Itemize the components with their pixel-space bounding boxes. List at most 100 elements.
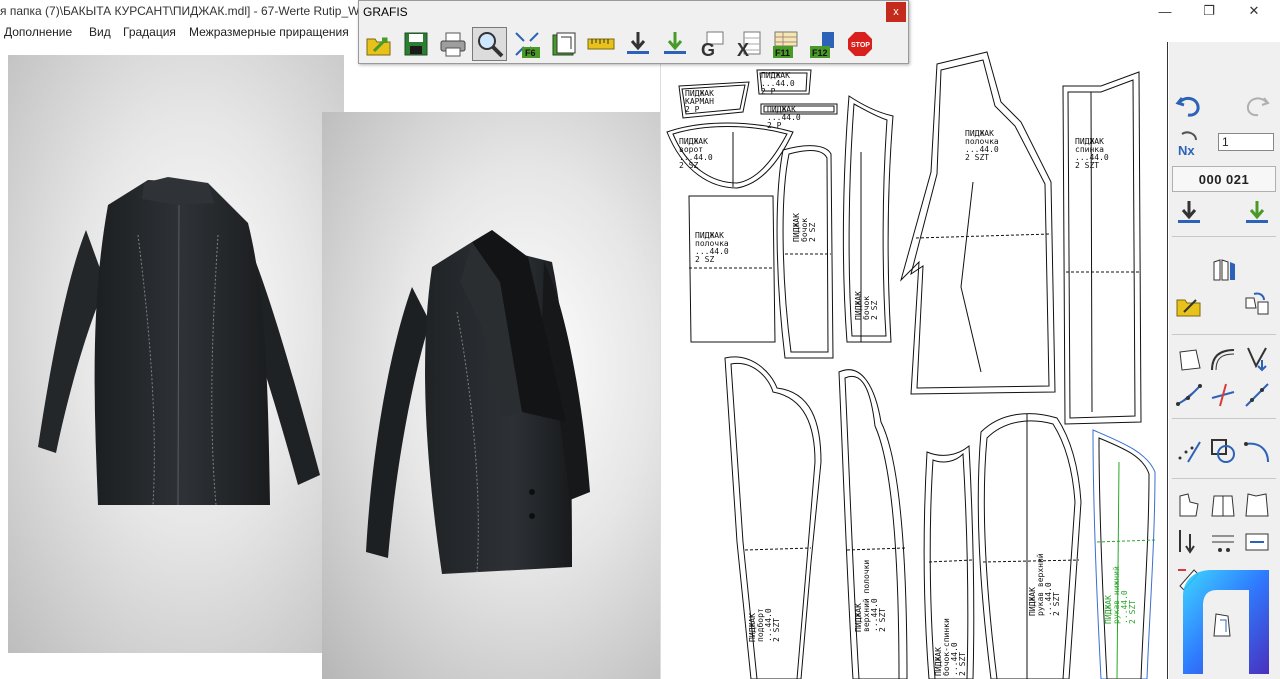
maximize-button[interactable]: ❐ (1189, 0, 1229, 22)
repeat-nx-icon: Nx (1178, 131, 1197, 158)
piece-icon (1179, 493, 1199, 517)
f11-table-icon: F11 (772, 31, 797, 58)
open-folder-icon (366, 37, 390, 56)
f12-export-icon: F12 (809, 32, 834, 58)
piece-split-icon (1211, 495, 1235, 517)
save-icon (404, 32, 427, 56)
minimize-button[interactable]: — (1145, 0, 1185, 22)
piece-info-button[interactable] (1240, 524, 1274, 558)
shape-tool-button[interactable] (1206, 434, 1240, 468)
import-green-piece-button[interactable] (1240, 196, 1274, 230)
pattern-label: ПИДЖАК бочок 2 SZ (854, 291, 879, 320)
pattern-label: ПИДЖАК подборт ...44.0 2 SZT (748, 608, 781, 642)
f12-key-label: F12 (812, 48, 828, 58)
panel-divider (1172, 418, 1276, 419)
redo-icon (1246, 97, 1270, 117)
download-green-icon (663, 32, 686, 54)
grafis-close-button[interactable]: x (886, 2, 906, 22)
brand-logo-icon (1183, 570, 1269, 674)
layer-button[interactable] (546, 27, 581, 61)
open-file-button[interactable] (361, 27, 396, 61)
save-button[interactable] (398, 27, 433, 61)
undo-button[interactable] (1172, 88, 1206, 122)
svg-text:Nx: Nx (1178, 143, 1195, 158)
g-icon: G (701, 31, 723, 59)
menu-item-grading[interactable]: Градация (123, 25, 176, 39)
pattern-label: ПИДЖАК верхний полочки ...44.0 2 SZT (854, 559, 887, 632)
g-key-label: G (701, 40, 715, 59)
f12-export-button[interactable]: F12 (805, 27, 840, 61)
annotation-button[interactable] (1206, 524, 1240, 558)
annotation-icon (1212, 535, 1234, 552)
f11-table-button[interactable]: F11 (768, 27, 803, 61)
menu-item-view[interactable]: Вид (89, 25, 111, 39)
jacket-front-render (366, 230, 590, 574)
3d-preview-front (322, 112, 660, 679)
zoom-icon (477, 32, 503, 58)
print-icon (440, 32, 465, 57)
fit-view-button[interactable]: F6 (509, 27, 544, 61)
menu-item-size-increments[interactable]: Межразмерные приращения (189, 25, 349, 39)
curve-icon (1211, 349, 1235, 371)
piece-contour-button[interactable] (1172, 488, 1206, 522)
pattern-label: ПИДЖАК полочка ...44.0 2 SZT (965, 129, 999, 162)
repeat-count-input[interactable]: 1 (1218, 133, 1274, 151)
import-piece-button[interactable] (1172, 196, 1206, 230)
arc-icon (1244, 442, 1269, 463)
layer-icon (552, 32, 575, 56)
points-icon (1178, 441, 1201, 463)
point-cloud-button[interactable] (1172, 434, 1206, 468)
download-arrow-icon (1178, 201, 1200, 223)
redo-button[interactable] (1240, 88, 1274, 122)
pattern-label: ПИДЖАК ...44.0 2 Р (767, 105, 801, 130)
grain-line-button[interactable] (1172, 524, 1206, 558)
piece-fold-button[interactable] (1240, 488, 1274, 522)
repeat-nx-button[interactable]: Nx (1172, 126, 1206, 160)
panel-divider (1172, 334, 1276, 335)
pattern-label: ПИДЖАК бочок-спинки ...44.0 2 SZT (934, 618, 967, 676)
fit-view-icon: F6 (514, 32, 540, 58)
panel-divider (1172, 478, 1276, 479)
close-button[interactable]: ✕ (1234, 0, 1274, 22)
grain-line-icon (1179, 530, 1195, 554)
measure-button[interactable] (583, 27, 618, 61)
measure-tape-icon (587, 38, 614, 50)
piece-list-button[interactable] (1206, 252, 1240, 286)
contour-tool-button[interactable] (1172, 342, 1206, 376)
exchange-pieces-button[interactable] (1240, 288, 1274, 322)
piece-split-button[interactable] (1206, 488, 1240, 522)
line-points-button[interactable] (1172, 378, 1206, 412)
g-function-button[interactable]: G (694, 27, 729, 61)
pattern-label: ПИДЖАК бочок 2 SZ (792, 213, 817, 242)
zoom-button[interactable] (472, 27, 507, 61)
pattern-label: ПИДЖАК КАРМАН 2 Р (685, 89, 714, 114)
pattern-label: ПИДЖАК ворот ...44.0 2 SZ (679, 137, 713, 170)
pattern-canvas[interactable]: ПИДЖАК КАРМАН 2 Р ПИДЖАК ...44.0 2 Р ПИД… (660, 42, 1168, 679)
panel-divider (1172, 236, 1276, 237)
grafis-toolbar[interactable]: GRAFIS x F6 G X F11 F12 STOP (358, 0, 909, 64)
pattern-label: ПИДЖАК полочка ...44.0 2 SZ (695, 231, 729, 264)
arc-tool-button[interactable] (1240, 434, 1274, 468)
intersection-icon (1211, 383, 1235, 407)
open-model-button[interactable] (1172, 288, 1206, 322)
curve-tool-button[interactable] (1206, 342, 1240, 376)
open-folder-icon (1176, 299, 1201, 317)
exchange-icon (1245, 292, 1269, 315)
3d-preview-back (8, 55, 344, 653)
f11-key-label: F11 (775, 48, 790, 58)
download-green-icon (1246, 201, 1268, 223)
menu-item-addition[interactable]: Дополнение (4, 25, 72, 39)
x-table-button[interactable]: X (731, 27, 766, 61)
intersection-button[interactable] (1206, 378, 1240, 412)
segment-button[interactable] (1240, 378, 1274, 412)
import-button[interactable] (620, 27, 655, 61)
piece-number-display: 000 021 (1172, 166, 1276, 192)
print-button[interactable] (435, 27, 470, 61)
square-circle-icon (1211, 439, 1235, 463)
line-points-icon (1176, 384, 1202, 406)
import-green-button[interactable] (657, 27, 692, 61)
stop-button[interactable]: STOP (842, 27, 877, 61)
dart-tool-button[interactable] (1240, 342, 1274, 376)
contour-icon (1179, 349, 1201, 371)
x-table-icon: X (737, 31, 760, 59)
